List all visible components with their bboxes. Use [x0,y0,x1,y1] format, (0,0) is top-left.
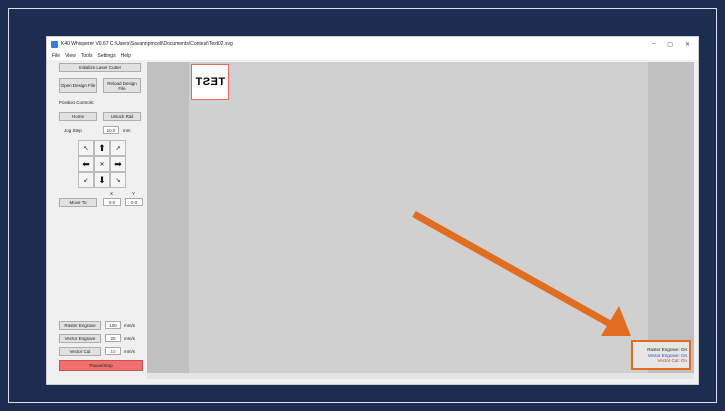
vector-cut-speed-unit: mm/s [124,349,135,354]
jog-up-left-icon[interactable]: ↖ [78,140,94,156]
jog-left-icon[interactable]: ⬅ [78,156,94,172]
canvas-left-margin [147,62,189,373]
home-button[interactable]: Home [59,112,97,121]
app-icon [51,40,58,48]
status-vector-cut: Vector Cut: On [657,358,687,363]
raster-speed-input[interactable]: 100 [105,321,121,329]
menu-settings[interactable]: Settings [98,53,116,59]
x-label: X [110,191,114,196]
jog-center-icon[interactable]: ✕ [94,156,110,172]
maximize-icon[interactable]: ▢ [667,41,673,48]
vector-engrave-speed-unit: mm/s [124,336,135,341]
vector-engrave-button[interactable]: Vector Engrave [59,334,101,343]
move-to-x-input[interactable]: 0.0 [103,198,121,206]
jog-step-input[interactable]: 10.0 [103,126,119,134]
y-label: Y [132,191,136,196]
menu-bar: File View Tools Settings Help [47,51,698,60]
vector-engrave-speed-input[interactable]: 20 [105,334,121,342]
left-panel: Initialize Laser Cutter Open Design File… [47,60,147,384]
close-icon[interactable]: ✕ [685,41,690,48]
jog-up-right-icon[interactable]: ↗ [110,140,126,156]
design-text: TEST [194,76,226,88]
window-controls: – ▢ ✕ [652,41,690,48]
status-panel: Raster Engrave: On Vector Engrave: On Ve… [631,340,691,370]
jog-step-label: Jog Step [64,128,82,133]
window-title: K40 Whisperer V0.67 C:\Users\Savannpmcel… [61,41,233,47]
jog-up-icon[interactable]: ⬆ [94,140,110,156]
move-to-button[interactable]: Move To [59,198,97,207]
menu-tools[interactable]: Tools [81,53,93,59]
move-to-y-input[interactable]: 0.0 [125,198,143,206]
pause-stop-button[interactable]: Pause/Stop [59,360,143,371]
app-window: K40 Whisperer V0.67 C:\Users\Savannpmcel… [46,36,699,385]
canvas-right-margin [648,62,694,373]
jog-right-icon[interactable]: ➡ [110,156,126,172]
title-bar: K40 Whisperer V0.67 C:\Users\Savannpmcel… [47,37,698,51]
initialize-laser-button[interactable]: Initialize Laser Cutter [59,63,141,72]
menu-help[interactable]: Help [121,53,131,59]
vector-cut-button[interactable]: Vector Cut [59,347,101,356]
jog-down-right-icon[interactable]: ↘ [110,172,126,188]
menu-view[interactable]: View [65,53,76,59]
reload-design-button[interactable]: Reload Design File [103,78,141,93]
horizontal-scrollbar[interactable] [147,373,694,379]
open-design-button[interactable]: Open Design File [59,78,97,93]
jog-step-unit: mm [123,128,131,133]
design-canvas[interactable]: TEST Raster Engrave: On Vector Engrave: … [147,62,694,373]
position-controls-label: Position Controls: [59,100,95,105]
design-preview[interactable]: TEST [191,64,229,100]
jog-pad: ↖ ⬆ ↗ ⬅ ✕ ➡ ↙ ⬇ ↘ [78,140,126,188]
minimize-icon[interactable]: – [652,41,655,48]
jog-down-left-icon[interactable]: ↙ [78,172,94,188]
raster-speed-unit: mm/s [124,323,135,328]
vector-cut-speed-input[interactable]: 10 [105,347,121,355]
raster-engrave-button[interactable]: Raster Engrave [59,321,101,330]
jog-down-icon[interactable]: ⬇ [94,172,110,188]
unlock-rail-button[interactable]: Unlock Rail [103,112,141,121]
menu-file[interactable]: File [52,53,60,59]
